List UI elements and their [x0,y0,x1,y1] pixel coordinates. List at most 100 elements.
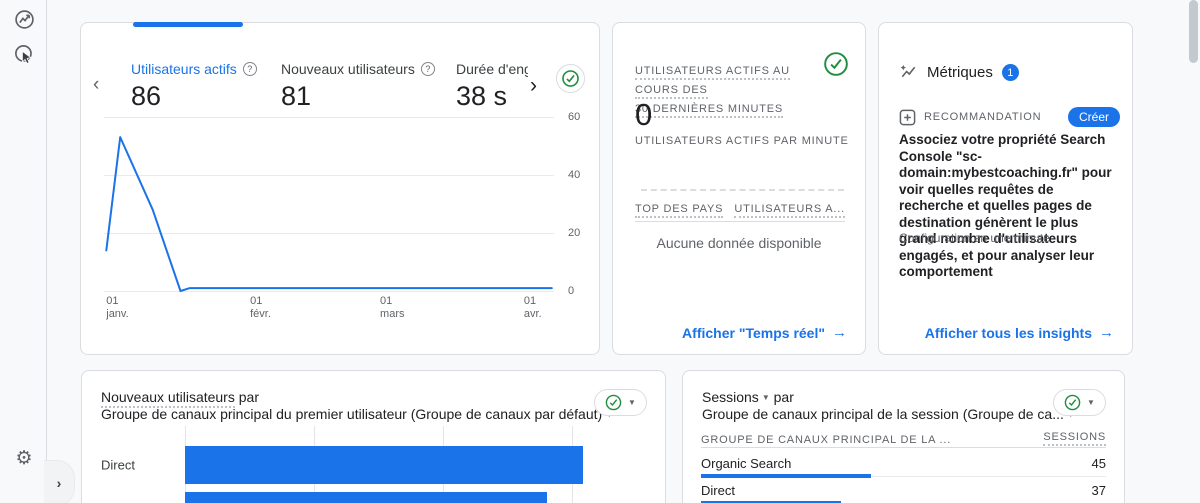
metric-label: Utilisateurs actifs [131,61,237,77]
caret-down-icon: ▼ [628,398,636,407]
insights-count-badge: 1 [1002,64,1019,81]
top-countries-header[interactable]: TOP DES PAYS [635,203,723,218]
y-axis-tick: 20 [568,227,592,239]
bar-category-label: Direct [101,458,135,473]
table-row[interactable]: Organic Search 45 [701,450,1106,477]
y-axis-tick: 40 [568,169,592,181]
dimension-name: Groupe de canaux principal de la session… [702,406,1064,422]
active-users-last-30min-value: 0 [635,97,652,133]
realtime-title-line1[interactable]: UTILISATEURS ACTIFS AU COURS DES [635,65,790,99]
sessions-value-cell: 37 [1092,483,1106,498]
metric-name: Sessions [702,389,759,405]
check-circle-icon [823,51,849,77]
column-header-sessions[interactable]: SESSIONS [1043,431,1106,446]
per-minute-label: UTILISATEURS ACTIFS PAR MINUTE [635,135,849,147]
check-circle-icon [605,394,622,411]
data-quality-button[interactable] [556,64,585,93]
nav-reports-button[interactable] [13,8,35,30]
card-title: Nouveaux utilisateurs par Groupe de cana… [101,389,613,423]
metrics-prev-button[interactable]: ‹ [93,75,99,94]
metric-label: Nouveaux utilisateurs [281,61,415,77]
create-button[interactable]: Créer [1068,107,1120,127]
chevron-left-icon: ‹ [93,74,99,95]
left-nav-sidebar: ⚙ [0,0,47,503]
title-suffix: par [239,389,259,405]
table-divider [701,447,1106,448]
recommendation-text: Associez votre propriété Search Console … [899,132,1117,281]
title-suffix: par [774,389,794,405]
check-circle-icon [1064,394,1081,411]
help-icon[interactable]: ? [243,62,257,76]
caret-down-icon: ▼ [1087,398,1095,407]
sessions-by-channel-card: Sessions▼ par Groupe de canaux principal… [682,370,1125,503]
recommendation-label: RECOMMANDATION [924,111,1060,123]
ga-home-page: ⚙ › ‹ Utilisateurs actifs ? 86 Nouveaux … [0,0,1200,503]
chevron-right-icon: › [57,475,62,491]
view-all-insights-link[interactable]: Afficher tous les insights → [925,324,1114,341]
metric-selector[interactable]: Sessions▼ [702,389,774,405]
help-icon[interactable]: ? [421,62,435,76]
empty-sparkline [641,189,844,191]
metric-engagement-duration: Durée d'eng 38 s [456,61,528,112]
realtime-card: UTILISATEURS ACTIFS AU COURS DES 30 DERN… [612,22,866,355]
explore-icon [14,44,35,65]
check-circle-icon [561,69,580,88]
dimension-selector[interactable]: Groupe de canaux principal du premier ut… [101,406,613,422]
caret-down-icon: ▼ [759,393,770,402]
y-axis-tick: 60 [568,111,592,123]
overview-metrics-card: ‹ Utilisateurs actifs ? 86 Nouveaux util… [80,22,600,355]
scrollbar-thumb[interactable] [1189,0,1198,63]
quality-dropdown-button[interactable]: ▼ [1053,389,1106,416]
x-axis-tick: 01janv. [106,295,128,321]
metric-value: 81 [281,81,435,112]
bar-row: Organic Search [82,492,665,503]
dimension-name: Groupe de canaux principal du premier ut… [101,406,602,422]
metric-tab-active-users[interactable]: Utilisateurs actifs ? [131,61,257,77]
empty-state-message: Aucune donnée disponible [613,235,865,251]
metric-label: Durée d'eng [456,61,528,77]
nav-admin-button[interactable]: ⚙ [13,447,35,469]
bar-row: Direct [82,446,665,484]
settings-gear-icon: ⚙ [15,449,32,468]
table-divider [635,221,845,222]
bar[interactable] [185,492,547,503]
link-label: Afficher tous les insights [925,325,1092,341]
dimension-selector[interactable]: Groupe de canaux principal de la session… [702,406,1075,422]
active-metric-tab-indicator [133,22,243,27]
chevron-right-icon: › [530,74,537,97]
nav-explore-button[interactable] [13,43,35,65]
metrics-next-button[interactable]: › [530,75,537,96]
metric-value: 38 s [456,81,528,112]
active-users-line-chart [104,111,554,291]
arrow-right-icon: → [1099,324,1114,341]
recommendation-icon [899,109,916,126]
new-users-by-channel-card: Nouveaux utilisateurs par Groupe de cana… [81,370,666,503]
column-header-dimension: GROUPE DE CANAUX PRINCIPAL DE LA ... [701,434,951,446]
card-title: Sessions▼ par Groupe de canaux principal… [702,389,1075,423]
reports-icon [14,9,35,30]
gridline [104,291,554,292]
metric-value: 86 [131,81,257,112]
metric-new-users: Nouveaux utilisateurs ? 81 [281,61,435,112]
x-axis-tick: 01févr. [250,295,271,321]
sessions-value-cell: 45 [1092,456,1106,471]
setup-note: Configuration en une minute [899,231,1050,245]
sidebar-expand-button[interactable]: › [44,460,75,503]
realtime-title-line2[interactable]: 30 DERNIÈRES MINUTES [635,103,783,118]
y-axis-tick: 0 [568,285,592,297]
channel-cell: Organic Search [701,456,791,471]
view-realtime-link[interactable]: Afficher "Temps réel" → [682,324,847,341]
bar[interactable] [185,446,583,484]
insights-title: Métriques [927,64,993,81]
table-row[interactable]: Direct 37 [701,477,1106,503]
metric-tab-new-users[interactable]: Nouveaux utilisateurs ? [281,61,435,77]
x-axis-tick: 01avr. [524,295,542,321]
link-label: Afficher "Temps réel" [682,325,825,341]
quality-dropdown-button[interactable]: ▼ [594,389,647,416]
metric-active-users: Utilisateurs actifs ? 86 [131,61,257,112]
x-axis-tick: 01mars [380,295,404,321]
metric-tab-engagement[interactable]: Durée d'eng [456,61,528,77]
active-users-header[interactable]: UTILISATEURS A... [734,203,845,218]
insights-card: Métriques 1 RECOMMANDATION Créer Associe… [878,22,1133,355]
realtime-title: UTILISATEURS ACTIFS AU COURS DES 30 DERN… [635,61,815,118]
